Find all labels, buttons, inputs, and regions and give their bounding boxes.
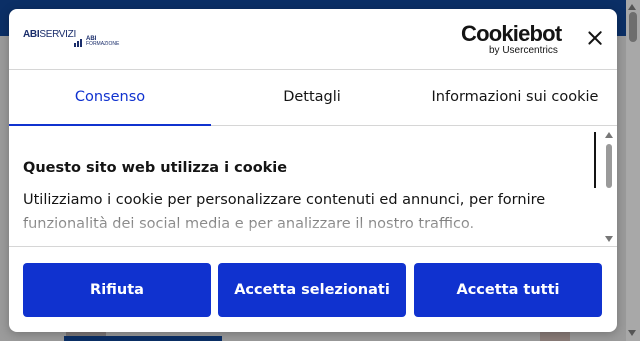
allow-all-button[interactable]: Accetta tutti <box>414 263 602 317</box>
tab-informazioni-cookie[interactable]: Informazioni sui cookie <box>413 70 617 125</box>
scroll-up-arrow-icon[interactable] <box>628 4 636 10</box>
site-banner-strip <box>64 336 222 341</box>
consent-content: Questo sito web utilizza i cookie Utiliz… <box>9 126 617 247</box>
content-fade-overlay <box>9 208 599 246</box>
content-scroll-indicator <box>594 132 596 188</box>
logo-bars-icon <box>74 39 84 47</box>
tab-dettagli[interactable]: Dettagli <box>211 70 413 125</box>
tab-consenso[interactable]: Consenso <box>9 70 211 125</box>
content-title: Questo sito web utilizza i cookie <box>23 160 288 176</box>
cookiebot-wordmark: Cookiebot <box>461 21 562 46</box>
page-scrollbar-thumb[interactable] <box>629 12 637 42</box>
content-scrollbar-thumb[interactable] <box>606 144 612 188</box>
tab-bar: Consenso Dettagli Informazioni sui cooki… <box>9 70 617 126</box>
cookie-consent-dialog: ABISERVIZI ABI FORMAZIONE Cookiebot by Us… <box>9 9 617 332</box>
dialog-header: ABISERVIZI ABI FORMAZIONE Cookiebot by Us… <box>9 9 617 70</box>
cookiebot-byline: by Usercentrics <box>489 45 558 56</box>
scroll-down-arrow-icon[interactable] <box>605 236 613 242</box>
deny-button[interactable]: Rifiuta <box>23 263 211 317</box>
close-icon[interactable] <box>585 28 605 48</box>
site-logo: ABISERVIZI ABI FORMAZIONE <box>23 29 123 51</box>
site-logo-subtext: ABI FORMAZIONE <box>86 36 120 47</box>
cookiebot-logo[interactable]: Cookiebot by Usercentrics <box>461 21 571 57</box>
scroll-up-arrow-icon[interactable] <box>605 132 613 138</box>
scroll-down-arrow-icon[interactable] <box>628 330 636 336</box>
allow-selected-button[interactable]: Accetta selezionati <box>218 263 406 317</box>
page-scrollbar[interactable] <box>626 0 640 341</box>
site-logo-text: ABISERVIZI <box>23 29 76 40</box>
